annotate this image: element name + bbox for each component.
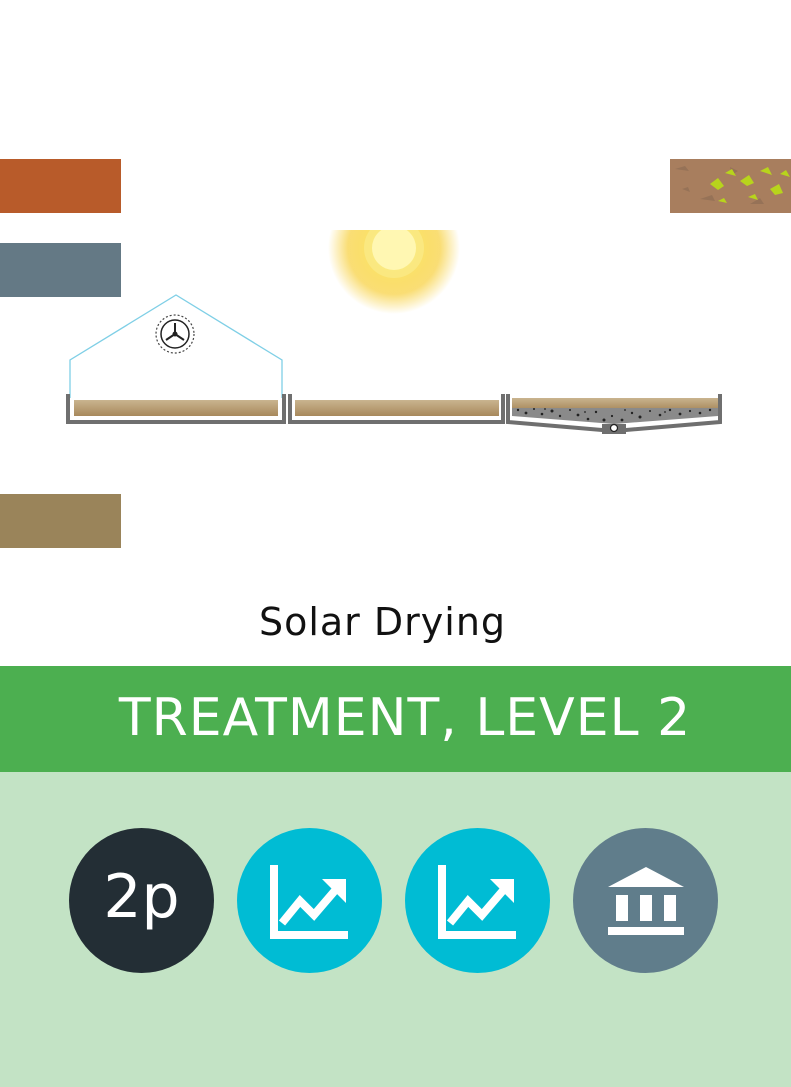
technology-title: Solar Drying [258,600,507,644]
sun-icon [328,230,460,314]
institution-building-icon [573,828,718,973]
trending-up-chart-icon [237,828,382,973]
drying-bed-covered [66,394,286,424]
persons-badge-label: 2p [103,861,180,932]
persons-badge: 2p [69,828,214,973]
color-swatch-brown [0,494,121,548]
drying-bed-open [288,394,505,424]
drying-bed-drained [506,394,722,434]
solar-drying-illustration [66,230,722,434]
soil-texture-swatch [670,159,791,213]
category-label: TREATMENT, LEVEL 2 [118,688,692,748]
color-swatch-orange [0,159,121,213]
ventilation-fan-icon [155,314,195,354]
trending-up-chart-icon [405,828,550,973]
